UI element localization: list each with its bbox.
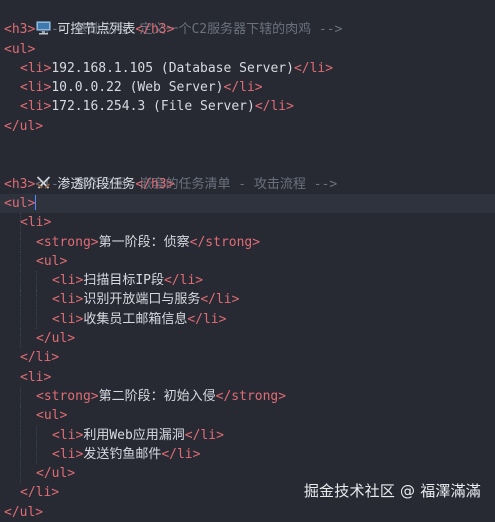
open-tag: <strong>	[36, 234, 99, 250]
indent-guide	[20, 464, 21, 484]
crossed-swords-icon	[37, 176, 51, 189]
code-line-li-open: <li>	[0, 368, 495, 387]
open-tag: <li>	[20, 99, 52, 115]
indent-guide	[20, 232, 21, 252]
code-line-li: <li>10.0.0.22 (Web Server)</li>	[0, 78, 495, 97]
code-line-li-close: </li>	[0, 348, 495, 367]
open-tag: <li>	[52, 311, 84, 327]
code-line-ul-close: </ul>	[0, 503, 495, 522]
close-tag: </ul>	[4, 504, 44, 520]
close-tag: </h3>	[135, 22, 175, 38]
close-tag: </ul>	[36, 331, 76, 347]
text-cursor	[35, 194, 37, 210]
code-line-ul-close: </ul>	[0, 329, 495, 349]
code-line-ul-close: </ul>	[0, 117, 495, 136]
code-line-li: <li>识别开放端口与服务</li>	[0, 290, 495, 310]
close-tag: </li>	[293, 60, 334, 76]
code-line-li: <li>发送钓鱼邮件</li>	[0, 444, 495, 465]
open-tag: <ul>	[36, 408, 68, 424]
open-tag: <ul>	[4, 195, 36, 211]
indent-guide	[20, 386, 21, 407]
open-tag: <li>	[20, 215, 52, 231]
open-tag: <strong>	[36, 388, 99, 404]
h3-text: 渗透阶段任务	[57, 176, 136, 192]
code-line-comment-advanced: <!-- 高级应用：嵌套的任务清单 - 攻击流程 -->	[0, 155, 495, 192]
open-tag: <li>	[20, 80, 52, 96]
close-tag: </li>	[163, 273, 204, 289]
open-tag: <li>	[52, 446, 84, 462]
indent-guide	[36, 309, 37, 330]
close-tag: </strong>	[215, 388, 287, 404]
code-line-li-open: <li>	[0, 213, 495, 233]
indent-guide	[20, 425, 21, 445]
code-line-ul-open: <ul>	[0, 251, 495, 272]
code-line-li: <li>扫描目标IP段</li>	[0, 271, 495, 291]
open-tag: <li>	[52, 273, 84, 289]
list-item-text: 发送钓鱼邮件	[83, 446, 162, 462]
close-tag: </ul>	[4, 118, 44, 134]
indent-guide	[20, 251, 21, 272]
list-item-text: 10.0.0.22 (Web Server)	[51, 80, 224, 96]
watermark: 掘金技术社区 @ 福澤滿滿	[303, 482, 481, 500]
list-item-text: 收集员工邮箱信息	[83, 311, 188, 327]
indent-guide	[36, 290, 37, 310]
close-tag: </li>	[20, 350, 60, 366]
indent-guide	[20, 290, 21, 310]
close-tag: </li>	[254, 99, 294, 115]
indent-guide	[20, 271, 21, 291]
code-line-li: <li>利用Web应用漏洞</li>	[0, 425, 495, 445]
code-line-ul-open: <ul>	[0, 406, 495, 426]
close-tag: </h3>	[135, 176, 175, 192]
open-tag: <h3>	[4, 22, 36, 38]
close-tag: </li>	[223, 80, 263, 96]
list-item-text: 172.16.254.3 (File Server)	[51, 99, 255, 115]
open-tag: <li>	[52, 292, 84, 308]
indent-guide	[36, 444, 37, 465]
open-tag: <ul>	[4, 41, 36, 57]
open-tag: <li>	[20, 369, 52, 385]
strong-text: 第一阶段：侦察	[98, 234, 190, 250]
indent-guide	[20, 444, 21, 465]
close-tag: </li>	[200, 292, 240, 308]
h3-text: 可控节点列表	[57, 22, 136, 38]
indent-guide	[20, 309, 21, 330]
code-line-li: <li>收集员工邮箱信息</li>	[0, 309, 495, 330]
close-tag: </li>	[187, 311, 227, 327]
close-tag: </li>	[20, 485, 60, 501]
code-line-comment-basic: <!-- 基础应用：定义一个C2服务器下辖的肉鸡 -->	[0, 1, 495, 37]
indent-guide	[36, 271, 37, 291]
close-tag: </li>	[161, 446, 201, 462]
close-tag: </li>	[184, 427, 224, 443]
code-line-h3-advanced: <h3> 渗透阶段任务</h3>	[0, 175, 495, 194]
code-line-ul-open-active[interactable]: <ul>	[0, 193, 495, 214]
list-item-text: 识别开放端口与服务	[83, 292, 201, 308]
indent-guide	[20, 406, 21, 426]
code-line-strong: <strong>第一阶段：侦察</strong>	[0, 232, 495, 252]
open-tag: <li>	[20, 60, 52, 76]
computer-icon	[36, 21, 52, 35]
list-item-text: 192.168.1.105 (Database Server)	[51, 60, 294, 76]
indent-guide	[20, 329, 21, 349]
open-tag: <li>	[52, 427, 84, 443]
code-line-li: <li>192.168.1.105 (Database Server)</li>	[0, 59, 495, 78]
close-tag: </ul>	[36, 466, 76, 482]
code-line-li: <li>172.16.254.3 (File Server)</li>	[0, 97, 495, 116]
open-tag: <ul>	[36, 253, 68, 269]
list-item-text: 扫描目标IP段	[83, 273, 164, 289]
code-editor[interactable]: <!-- 基础应用：定义一个C2服务器下辖的肉鸡 --> <h3> 可控节点列表<…	[0, 0, 495, 520]
close-tag: </strong>	[189, 234, 261, 250]
code-line-ul-open: <ul>	[0, 40, 495, 59]
open-tag: <h3>	[4, 176, 36, 192]
code-line-strong: <strong>第二阶段：初始入侵</strong>	[0, 386, 495, 407]
indent-guide	[36, 425, 37, 445]
code-line-h3-basic: <h3> 可控节点列表</h3>	[0, 20, 495, 39]
indent-guide	[20, 213, 21, 233]
strong-text: 第二阶段：初始入侵	[98, 388, 216, 404]
list-item-text: 利用Web应用漏洞	[83, 427, 185, 443]
